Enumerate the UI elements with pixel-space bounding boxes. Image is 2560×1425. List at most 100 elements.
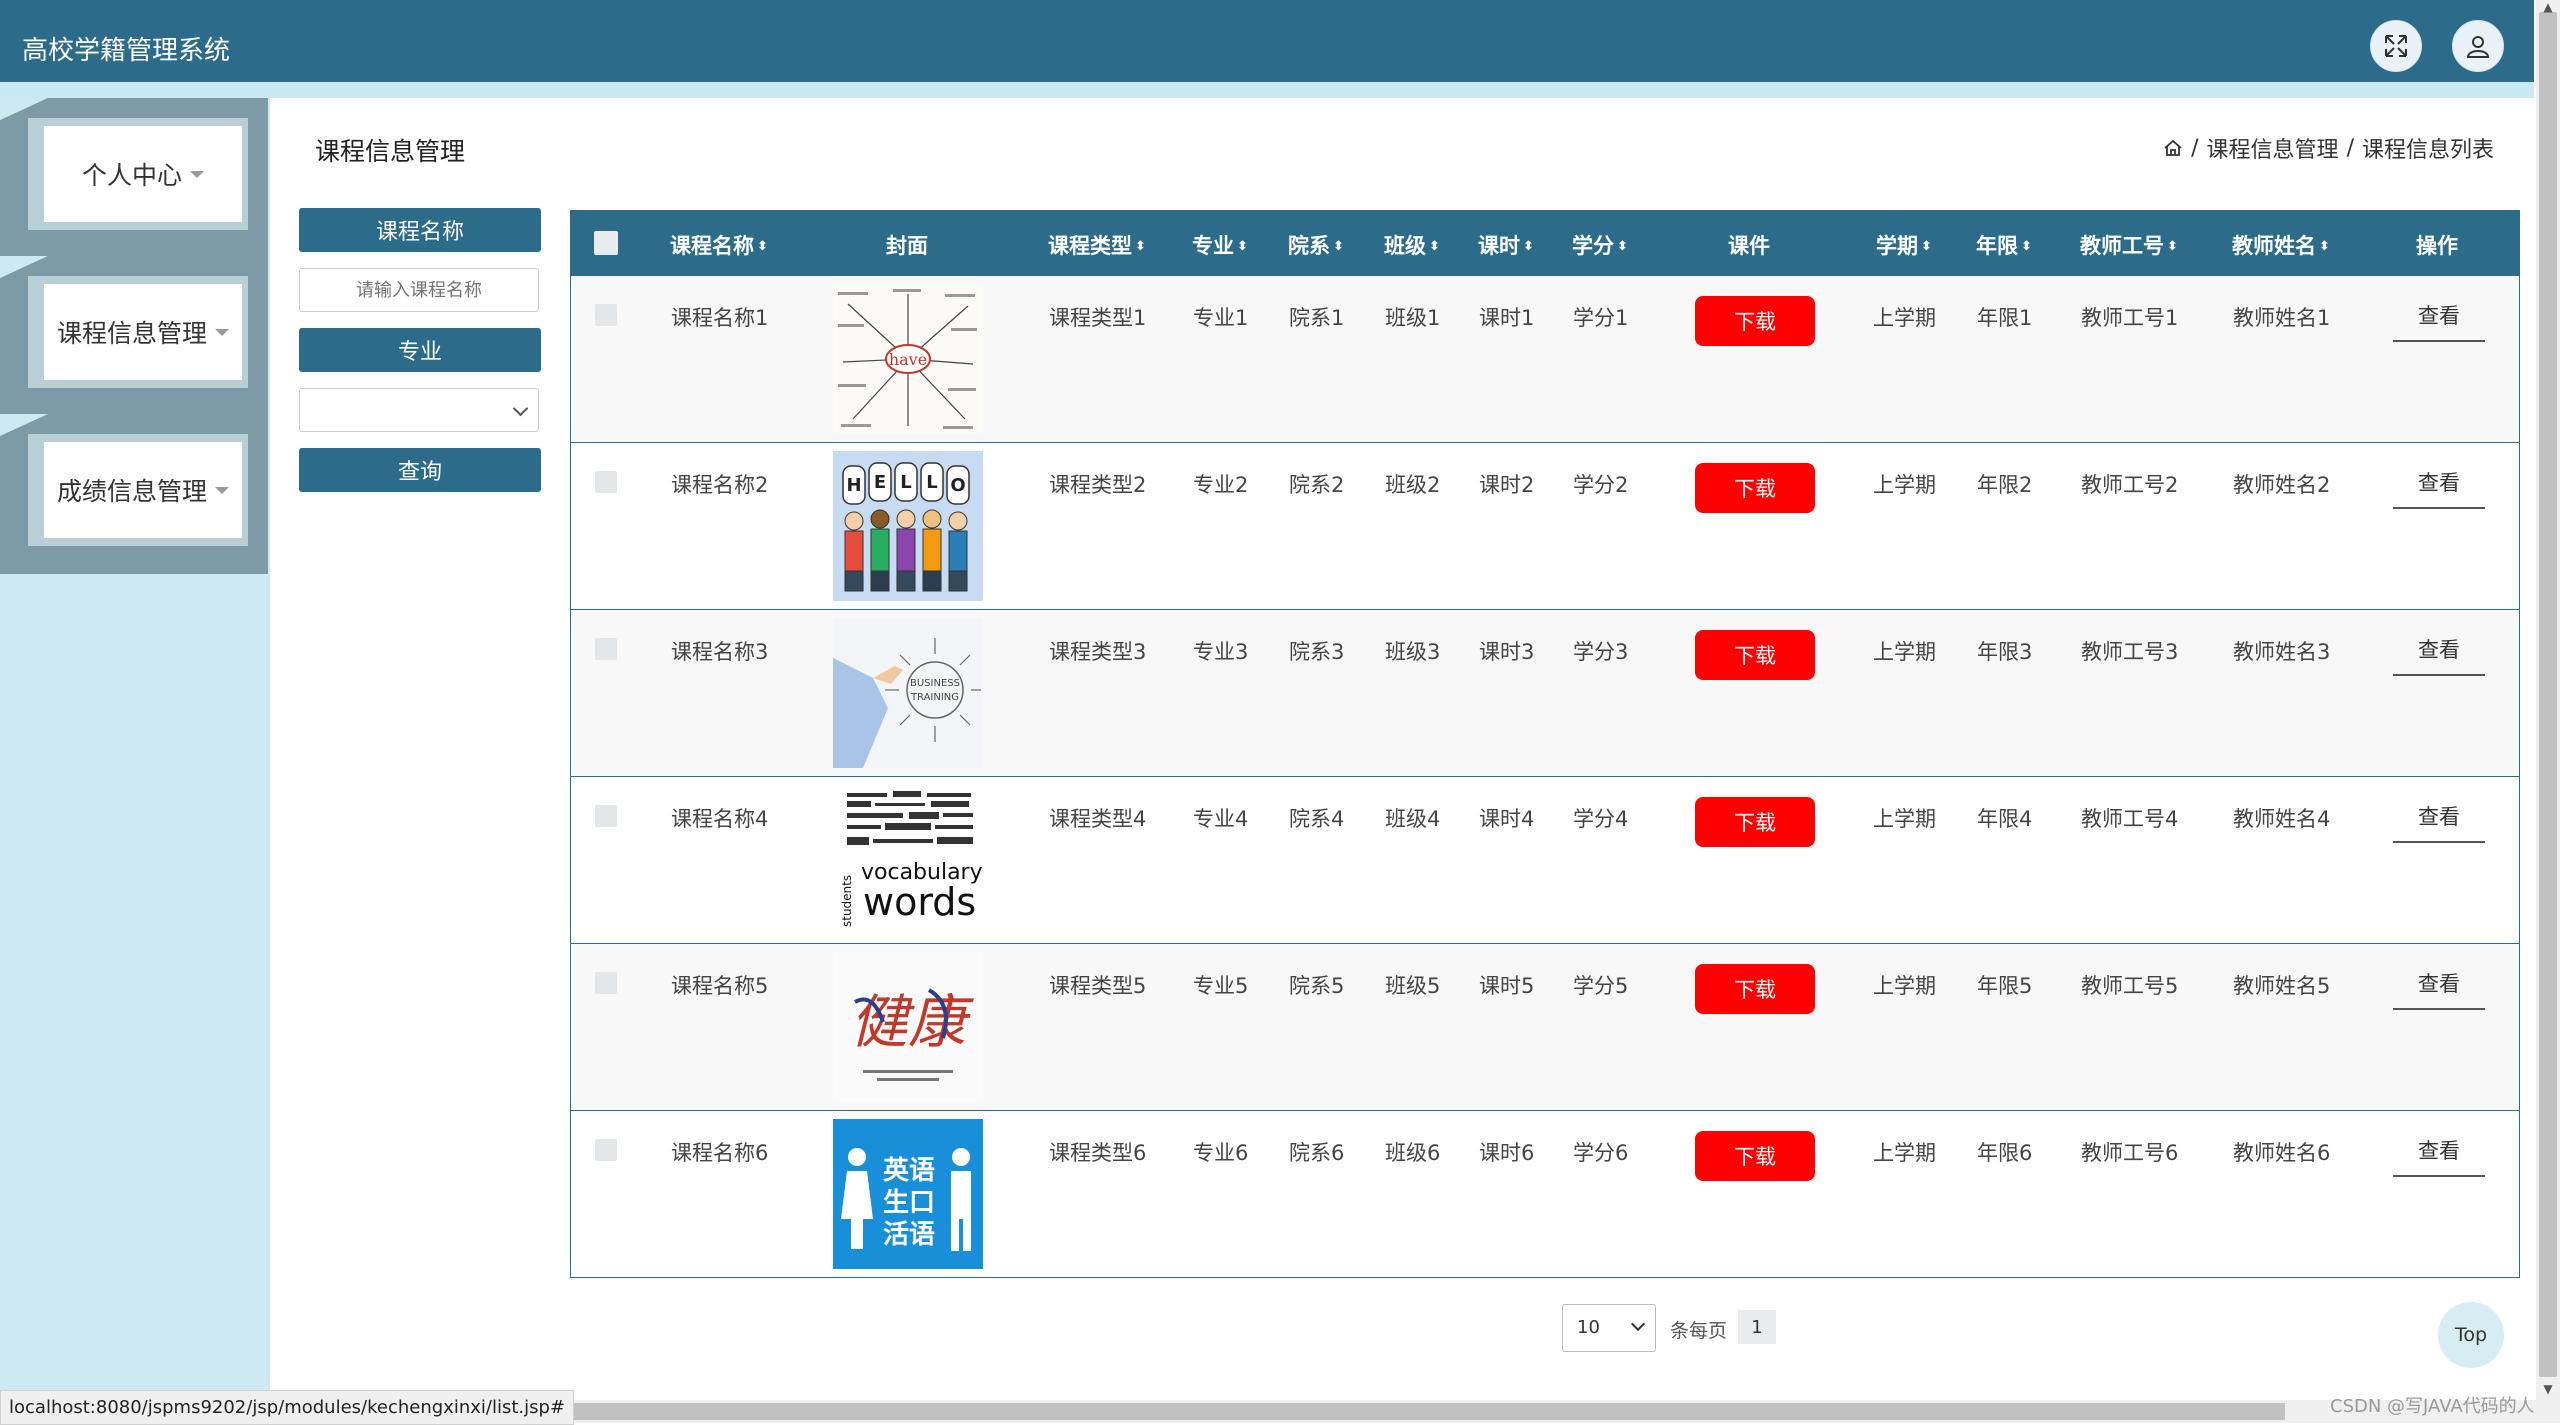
cell-hours: 课时1 <box>1479 306 1535 330</box>
app-title: 高校学籍管理系统 <box>22 36 231 66</box>
table-row: 课程名称6 英语 生口 活语 课程类型6 专业6 院系6 班级6 课时6 学分6… <box>571 1111 2519 1277</box>
cell-years: 年限4 <box>1977 807 2033 831</box>
cell-credit: 学分1 <box>1573 306 1629 330</box>
cell-term: 上学期 <box>1873 306 1936 330</box>
cell-years: 年限6 <box>1977 1141 2033 1165</box>
scroll-down-arrow-icon[interactable]: ▼ <box>2540 1382 2556 1396</box>
cell-course-name: 课程名称4 <box>671 807 769 831</box>
back-to-top-button[interactable]: Top <box>2438 1302 2504 1368</box>
sidebar-item-label: 课程信息管理 <box>56 319 207 348</box>
cell-term: 上学期 <box>1873 473 1936 497</box>
user-icon <box>2466 36 2490 58</box>
sidebar-item-label: 个人中心 <box>81 161 182 190</box>
column-header-course-name[interactable]: 课程名称 ⬍ <box>670 230 768 260</box>
major-select[interactable] <box>299 388 539 432</box>
cell-course-type: 课程类型2 <box>1049 473 1147 497</box>
sort-icon: ⬍ <box>2021 239 2032 254</box>
scroll-up-arrow-icon[interactable]: ▲ <box>2540 0 2556 14</box>
cover-image-business-training: BUSINESS TRAINING <box>833 618 983 768</box>
cell-course-type: 课程类型4 <box>1049 807 1147 831</box>
breadcrumb-course-management[interactable]: 课程信息管理 <box>2207 132 2339 164</box>
table-row: 课程名称5 健康 课程类型5 专业5 院系5 班级5 课时5 学分5 下载 上学… <box>571 944 2519 1111</box>
top-bar <box>0 0 2534 82</box>
row-checkbox[interactable] <box>595 805 617 827</box>
column-header-teacher-name[interactable]: 教师姓名 ⬍ <box>2232 230 2330 260</box>
view-button[interactable]: 查看 <box>2393 300 2485 342</box>
column-header-class[interactable]: 班级 ⬍ <box>1384 230 1440 260</box>
cell-class: 班级6 <box>1385 1141 1441 1165</box>
view-button[interactable]: 查看 <box>2393 634 2485 676</box>
cell-class: 班级3 <box>1385 640 1441 664</box>
column-header-department[interactable]: 院系 ⬍ <box>1288 230 1344 260</box>
sort-icon: ⬍ <box>1135 239 1146 254</box>
view-button[interactable]: 查看 <box>2393 467 2485 509</box>
sidebar-item-course-management[interactable]: 课程信息管理 <box>0 256 268 416</box>
sidebar-item-grade-management[interactable]: 成绩信息管理 <box>0 414 268 574</box>
cell-department: 院系1 <box>1289 306 1345 330</box>
fullscreen-button[interactable] <box>2370 20 2422 72</box>
row-checkbox[interactable] <box>595 471 617 493</box>
svg-text:生口: 生口 <box>883 1188 935 1218</box>
column-header-major[interactable]: 专业 ⬍ <box>1192 230 1248 260</box>
column-header-term[interactable]: 学期 ⬍ <box>1876 230 1932 260</box>
vertical-scroll-thumb[interactable] <box>2539 12 2557 1377</box>
cell-major: 专业4 <box>1193 807 1249 831</box>
cell-years: 年限3 <box>1977 640 2033 664</box>
download-button[interactable]: 下载 <box>1695 296 1815 346</box>
caret-down-icon <box>215 328 229 336</box>
cell-credit: 学分6 <box>1573 1141 1629 1165</box>
query-button[interactable]: 查询 <box>299 448 541 492</box>
breadcrumb-separator: / <box>2346 135 2354 161</box>
svg-text:H: H <box>846 475 861 496</box>
download-button[interactable]: 下载 <box>1695 964 1815 1014</box>
cell-teacher-name: 教师姓名2 <box>2233 473 2331 497</box>
cell-course-type: 课程类型1 <box>1049 306 1147 330</box>
breadcrumb-separator: / <box>2191 135 2199 161</box>
cell-years: 年限5 <box>1977 974 2033 998</box>
home-icon[interactable] <box>2163 138 2183 158</box>
column-header-course-type[interactable]: 课程类型 ⬍ <box>1048 230 1146 260</box>
cell-class: 班级5 <box>1385 974 1441 998</box>
column-header-years[interactable]: 年限 ⬍ <box>1976 230 2032 260</box>
row-checkbox[interactable] <box>595 638 617 660</box>
cell-teacher-id: 教师工号6 <box>2081 1141 2179 1165</box>
download-button[interactable]: 下载 <box>1695 463 1815 513</box>
view-button[interactable]: 查看 <box>2393 1135 2485 1177</box>
cell-course-name: 课程名称3 <box>671 640 769 664</box>
cell-major: 专业1 <box>1193 306 1249 330</box>
svg-text:students: students <box>840 875 854 927</box>
column-header-credit[interactable]: 学分 ⬍ <box>1572 230 1628 260</box>
breadcrumb: / 课程信息管理 / 课程信息列表 <box>2163 132 2494 164</box>
cell-major: 专业5 <box>1193 974 1249 998</box>
column-header-hours[interactable]: 课时 ⬍ <box>1478 230 1534 260</box>
row-checkbox[interactable] <box>595 1139 617 1161</box>
user-button[interactable] <box>2452 20 2504 72</box>
column-header-teacher-id[interactable]: 教师工号 ⬍ <box>2080 230 2178 260</box>
breadcrumb-course-list: 课程信息列表 <box>2361 138 2494 163</box>
download-button[interactable]: 下载 <box>1695 630 1815 680</box>
cell-teacher-id: 教师工号2 <box>2081 473 2179 497</box>
row-checkbox[interactable] <box>595 304 617 326</box>
view-button[interactable]: 查看 <box>2393 968 2485 1010</box>
expand-arrows-icon <box>2385 35 2407 57</box>
cell-term: 上学期 <box>1873 974 1936 998</box>
download-button[interactable]: 下载 <box>1695 1131 1815 1181</box>
cell-course-type: 课程类型5 <box>1049 974 1147 998</box>
row-checkbox[interactable] <box>595 972 617 994</box>
select-all-checkbox[interactable] <box>594 231 618 255</box>
sidebar-item-personal-center[interactable]: 个人中心 <box>0 98 268 258</box>
watermark: CSDN @写JAVA代码的人 <box>2330 1396 2535 1417</box>
cell-teacher-id: 教师工号4 <box>2081 807 2179 831</box>
course-name-input[interactable] <box>299 268 539 312</box>
download-button[interactable]: 下载 <box>1695 797 1815 847</box>
column-header-courseware: 课件 <box>1728 234 1770 258</box>
page-size-select[interactable]: 10 <box>1562 1304 1656 1352</box>
cover-caption: have <box>889 350 927 369</box>
top-bar-strip <box>0 82 2534 98</box>
cell-course-type: 课程类型3 <box>1049 640 1147 664</box>
page-number-button[interactable]: 1 <box>1738 1310 1776 1344</box>
column-header-cover: 封面 <box>886 234 928 258</box>
svg-text:英语: 英语 <box>883 1156 935 1186</box>
table-row: 课程名称2 HE LL O 课程类型2 专业2 院系2 班级2 课时2 学分2 … <box>571 443 2519 610</box>
view-button[interactable]: 查看 <box>2393 801 2485 843</box>
